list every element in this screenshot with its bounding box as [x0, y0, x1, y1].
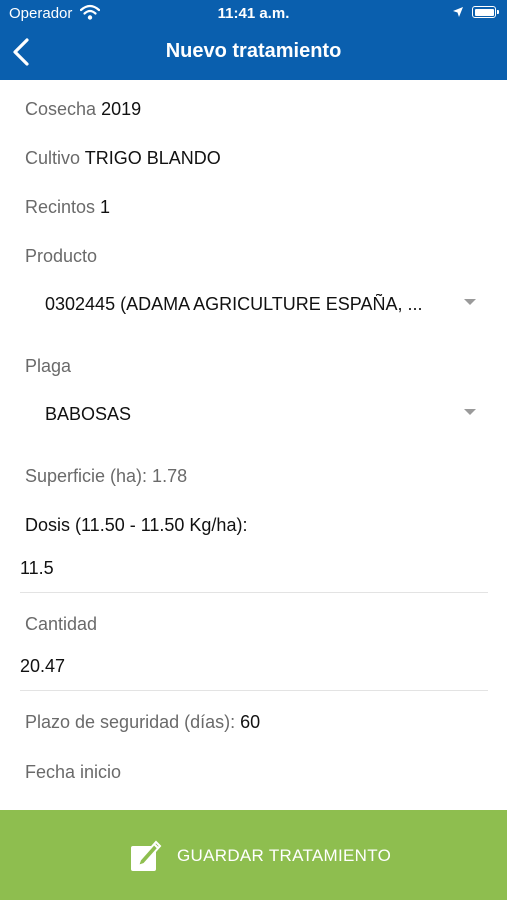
- plaga-selected-value: BABOSAS: [45, 404, 132, 424]
- dropdown-caret-icon: [464, 409, 476, 415]
- plaga-select[interactable]: BABOSAS: [25, 390, 487, 438]
- edit-icon: [131, 840, 162, 871]
- plaga-label: Plaga: [25, 356, 72, 376]
- save-treatment-button[interactable]: GUARDAR TRATAMIENTO: [0, 810, 507, 900]
- recintos-label: Recintos: [25, 197, 96, 217]
- cultivo-label: Cultivo: [25, 148, 81, 168]
- plazo-value: 60: [240, 712, 261, 732]
- page-title: Nuevo tratamiento: [165, 40, 342, 62]
- cultivo-row: Cultivo TRIGO BLANDO: [25, 148, 221, 169]
- app-header: Operador 11:41 a.m. Nuevo tratamiento: [0, 0, 507, 80]
- cantidad-input[interactable]: 20.47: [20, 656, 488, 691]
- save-button-label: GUARDAR TRATAMIENTO: [177, 846, 392, 865]
- cultivo-value: TRIGO BLANDO: [84, 148, 221, 168]
- dosis-input[interactable]: 11.5: [20, 558, 488, 593]
- dosis-label: Dosis (11.50 - 11.50 Kg/ha):: [25, 515, 248, 535]
- status-time: 11:41 a.m.: [217, 5, 290, 22]
- plazo-row: Plazo de seguridad (días): 60: [25, 712, 260, 733]
- location-arrow-icon: [453, 7, 463, 17]
- cosecha-row: Cosecha 2019: [25, 99, 141, 120]
- cantidad-label: Cantidad: [25, 614, 98, 634]
- plazo-label: Plazo de seguridad (días):: [25, 712, 236, 732]
- superficie-label: Superficie (ha): 1.78: [25, 466, 188, 486]
- recintos-value: 1: [100, 197, 111, 217]
- producto-selected-value: 0302445 (ADAMA AGRICULTURE ESPAÑA, ...: [45, 294, 423, 314]
- battery-icon: [472, 6, 499, 18]
- recintos-row: Recintos 1: [25, 197, 110, 218]
- cosecha-value: 2019: [101, 99, 142, 119]
- dropdown-caret-icon: [464, 299, 476, 305]
- status-bar: Operador 11:41 a.m.: [0, 0, 507, 28]
- fecha-inicio-label: Fecha inicio: [25, 762, 122, 782]
- producto-select[interactable]: 0302445 (ADAMA AGRICULTURE ESPAÑA, ...: [25, 280, 487, 328]
- cosecha-label: Cosecha: [25, 99, 97, 119]
- producto-label: Producto: [25, 246, 98, 266]
